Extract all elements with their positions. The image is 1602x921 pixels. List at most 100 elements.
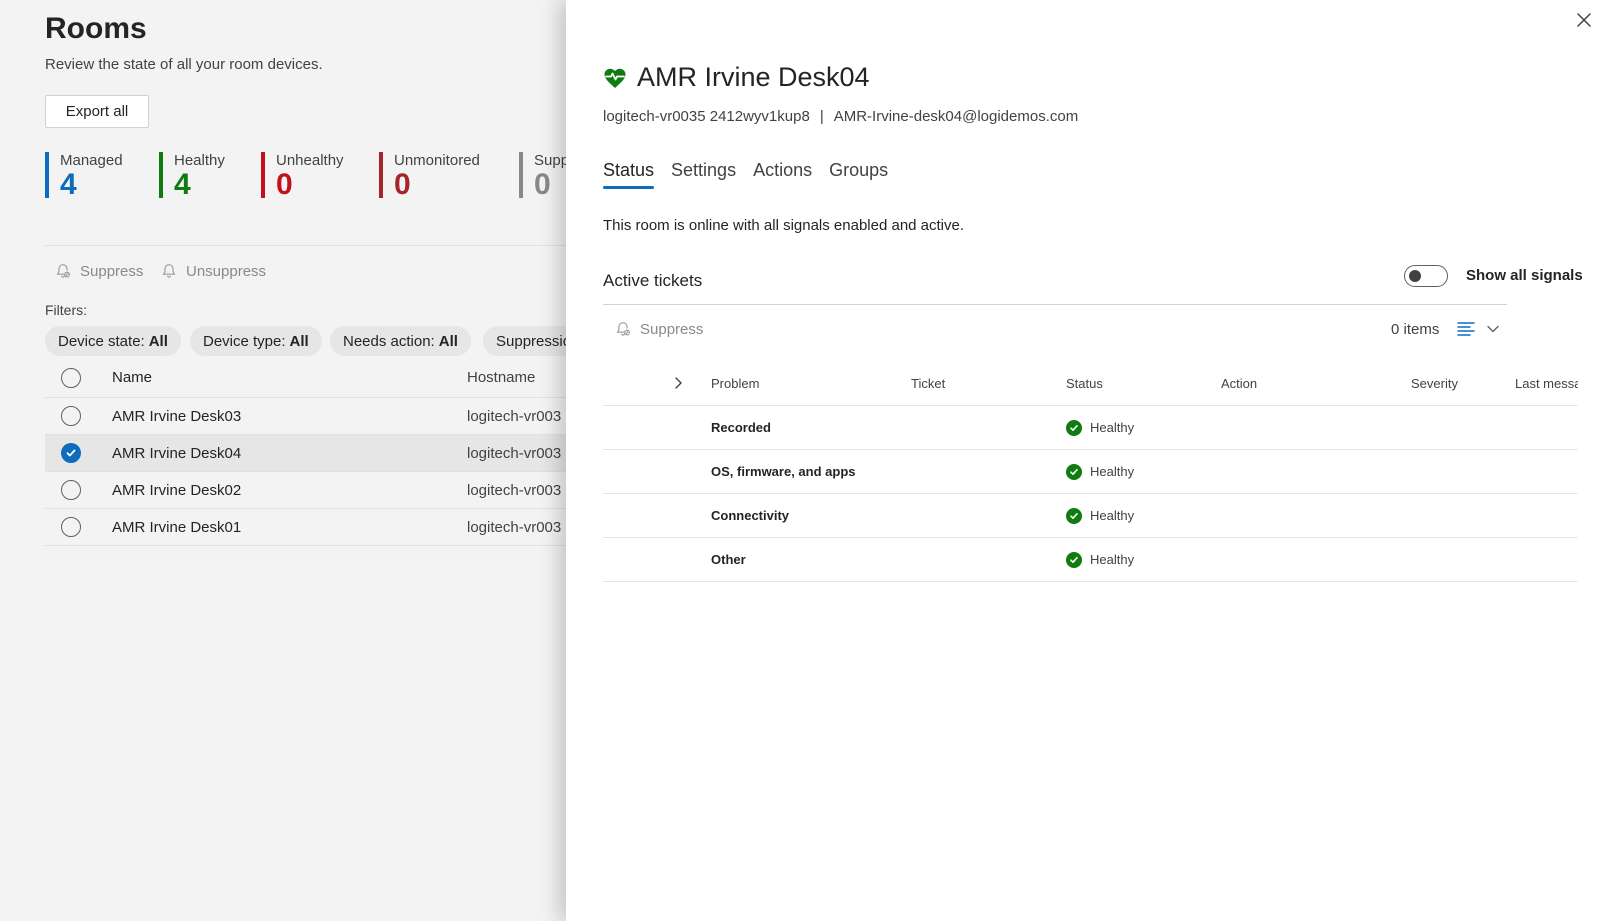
table-row[interactable]: OS, firmware, and apps Healthy	[603, 450, 1578, 494]
room-name[interactable]: AMR Irvine Desk02	[112, 482, 241, 499]
bell-suppress-icon	[616, 322, 630, 336]
chevron-right-icon[interactable]	[671, 376, 685, 390]
problem-name: Other	[711, 552, 746, 567]
stat-value: 4	[174, 168, 191, 201]
row-select-radio[interactable]	[61, 480, 81, 500]
checkmark-circle-icon	[1066, 463, 1082, 480]
filter-device-state[interactable]: Device state: All	[45, 326, 181, 356]
chevron-down-icon[interactable]	[1486, 323, 1500, 335]
room-name[interactable]: AMR Irvine Desk04	[112, 445, 241, 462]
problem-name: Recorded	[711, 420, 771, 435]
tab-actions[interactable]: Actions	[753, 160, 812, 187]
tab-groups[interactable]: Groups	[829, 160, 888, 187]
bell-icon	[162, 264, 176, 278]
device-meta: logitech-vr0035 2412wyv1kup8 | AMR-Irvine-…	[603, 108, 1078, 125]
filter-value: All	[289, 332, 309, 350]
column-header-hostname[interactable]: Hostname	[467, 369, 535, 386]
filter-device-type[interactable]: Device type: All	[190, 326, 322, 356]
suppress-button[interactable]: Suppress	[54, 262, 143, 280]
panel-tabs: Status Settings Actions Groups	[603, 160, 888, 189]
heart-pulse-icon	[604, 68, 626, 88]
stat-value: 0	[394, 168, 411, 201]
problem-name: OS, firmware, and apps	[711, 464, 856, 479]
table-row[interactable]: AMR Irvine Desk01 logitech-vr003	[45, 509, 570, 546]
rooms-page: Rooms Review the state of all your room …	[0, 0, 570, 921]
signals-table: Problem Ticket Status Action Severity La…	[603, 362, 1578, 582]
stat-value: 4	[60, 168, 77, 201]
room-name[interactable]: AMR Irvine Desk01	[112, 519, 241, 536]
room-hostname: logitech-vr003	[467, 407, 562, 425]
export-all-button[interactable]: Export all	[45, 95, 149, 128]
status-text: Healthy	[1090, 420, 1135, 435]
toggle-knob	[1409, 269, 1421, 282]
table-row[interactable]: Connectivity Healthy	[603, 494, 1578, 538]
filter-suppression[interactable]: Suppressic	[483, 326, 570, 356]
device-id: logitech-vr0035 2412wyv1kup8	[603, 108, 810, 125]
tab-settings[interactable]: Settings	[671, 160, 736, 187]
column-header-problem[interactable]: Problem	[711, 376, 759, 391]
rooms-table: Name Hostname AMR Irvine Desk03 logitech…	[45, 358, 570, 546]
tab-status[interactable]: Status	[603, 160, 655, 189]
status-cell: Healthy	[1066, 419, 1135, 436]
suppress-ticket-button[interactable]: Suppress	[614, 320, 703, 338]
divider	[45, 245, 570, 246]
table-row[interactable]: AMR Irvine Desk03 logitech-vr003	[45, 398, 570, 435]
status-cell: Healthy	[1066, 463, 1134, 480]
divider	[603, 304, 1507, 305]
suppress-label: Suppress	[80, 262, 144, 280]
filter-value: All	[438, 332, 458, 350]
filter-label: Needs action:	[343, 332, 435, 350]
active-tickets-title: Active tickets	[603, 271, 703, 290]
suppress-label: Suppress	[640, 320, 704, 338]
filter-needs-action[interactable]: Needs action: All	[330, 326, 471, 356]
stat-value: 0	[534, 168, 551, 201]
filter-label: Suppressic	[496, 332, 570, 350]
stat-suppressed[interactable]: Supp 0	[519, 152, 569, 201]
select-all-radio[interactable]	[61, 367, 81, 388]
table-row[interactable]: Recorded Healthy	[603, 406, 1578, 450]
row-select-radio-checked[interactable]	[61, 443, 81, 463]
column-header-status[interactable]: Status	[1066, 376, 1103, 391]
stat-unmonitored[interactable]: Unmonitored 0	[379, 152, 480, 201]
stat-healthy[interactable]: Healthy 4	[159, 152, 225, 201]
device-email: AMR-Irvine-desk04@logidemos.com	[833, 108, 1079, 125]
stat-value: 0	[276, 168, 293, 201]
filter-value: All	[148, 332, 168, 350]
filter-label: Device type:	[203, 332, 286, 350]
status-text: Healthy	[1090, 552, 1135, 567]
column-header-last-message[interactable]: Last messa	[1515, 376, 1578, 391]
table-row[interactable]: AMR Irvine Desk02 logitech-vr003	[45, 472, 570, 509]
room-hostname: logitech-vr003	[467, 444, 562, 462]
show-all-signals-toggle[interactable]	[1404, 265, 1448, 287]
online-status-message: This room is online with all signals ena…	[603, 217, 965, 234]
checkmark-circle-icon	[1066, 551, 1082, 568]
unsuppress-label: Unsuppress	[186, 262, 267, 280]
table-row-selected[interactable]: AMR Irvine Desk04 logitech-vr003	[45, 435, 570, 472]
panel-header: AMR Irvine Desk04	[603, 62, 870, 93]
problem-name: Connectivity	[711, 508, 790, 523]
stat-managed[interactable]: Managed 4	[45, 152, 123, 201]
items-count: 0 items	[1391, 321, 1440, 338]
list-view-icon[interactable]	[1456, 320, 1476, 338]
column-header-action[interactable]: Action	[1221, 376, 1257, 391]
page-subtitle: Review the state of all your room device…	[45, 56, 323, 73]
column-header-name[interactable]: Name	[112, 369, 152, 386]
row-select-radio[interactable]	[61, 406, 81, 426]
row-select-radio[interactable]	[61, 517, 81, 537]
unsuppress-button[interactable]: Unsuppress	[160, 262, 266, 280]
column-header-severity[interactable]: Severity	[1411, 376, 1458, 391]
table-header: Name Hostname	[45, 358, 570, 398]
bell-suppress-icon	[56, 264, 70, 278]
close-button[interactable]	[1572, 8, 1596, 32]
room-name[interactable]: AMR Irvine Desk03	[112, 408, 241, 425]
table-row[interactable]: Other Healthy	[603, 538, 1578, 582]
column-header-ticket[interactable]: Ticket	[911, 376, 945, 391]
panel-title: AMR Irvine Desk04	[637, 62, 870, 92]
status-cell: Healthy	[1066, 507, 1135, 524]
room-hostname: logitech-vr003	[467, 518, 562, 536]
room-hostname: logitech-vr003	[467, 481, 562, 499]
stat-unhealthy[interactable]: Unhealthy 0	[261, 152, 344, 201]
status-text: Healthy	[1090, 508, 1135, 523]
filter-label: Device state:	[58, 332, 145, 350]
filters-label: Filters:	[45, 302, 87, 318]
